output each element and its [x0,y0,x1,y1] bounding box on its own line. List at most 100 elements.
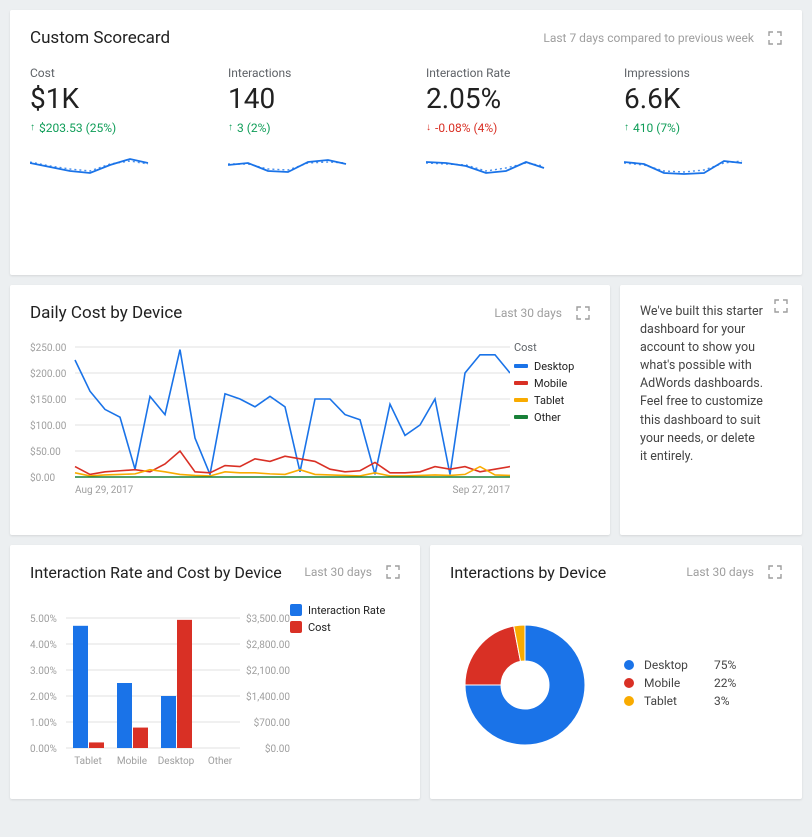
metric-value: 6.6K [624,84,782,115]
donut-chart [450,610,600,760]
metric-delta-text: 3 (2%) [237,121,271,135]
y-tick: $150.00 [30,393,67,406]
y-tick: $100.00 [30,419,67,432]
x-end: Sep 27, 2017 [452,485,510,496]
legend-row: Cost [290,621,400,634]
scorecard-subtitle: Last 7 days compared to previous week [543,31,754,45]
metric-interactions[interactable]: Interactions 140 ↑ 3 (2%) [228,66,386,187]
metric-interaction-rate[interactable]: Interaction Rate 2.05% ↓ -0.08% (4%) [426,66,584,187]
legend-title: Cost [514,341,590,354]
metric-delta: ↓ -0.08% (4%) [426,121,584,135]
bar-chart-subtitle: Last 30 days [304,565,372,579]
donut-subtitle: Last 30 days [686,565,754,579]
bar-chart-legend: Interaction Rate Cost [290,596,400,781]
y-tick-left: 0.00% [30,744,57,755]
metric-value: $1K [30,84,188,115]
info-text: We've built this starter dashboard for y… [640,303,782,466]
x-cat: Tablet [74,756,101,767]
donut-legend: Desktop75% Mobile22% Tablet3% [624,658,736,712]
expand-icon[interactable] [576,306,590,320]
y-tick-left: 5.00% [30,614,57,625]
legend-value: 3% [714,694,730,708]
metric-label: Impressions [624,66,782,80]
metric-value: 140 [228,84,386,115]
metric-delta: ↑ 410 (7%) [624,121,782,135]
y-tick: $0.00 [30,471,55,484]
legend-row: Interaction Rate [290,604,400,617]
donut-card: Interactions by Device Last 30 days Desk… [430,545,802,799]
y-tick: $200.00 [30,367,67,380]
donut-subtitle-wrap: Last 30 days [686,565,782,579]
x-cat: Other [208,756,233,767]
scorecard-subtitle-wrap: Last 7 days compared to previous week [543,31,782,45]
expand-icon[interactable] [386,565,400,579]
legend-label: Other [534,411,561,424]
y-tick-left: 1.00% [30,718,57,729]
legend-label: Tablet [534,394,564,407]
y-tick-right: $3,500.00 [246,612,290,625]
metric-impressions[interactable]: Impressions 6.6K ↑ 410 (7%) [624,66,782,187]
daily-cost-card: Daily Cost by Device Last 30 days $250.0… [10,285,610,535]
y-tick-right: $1,400.00 [246,690,290,703]
x-cat: Desktop [158,756,195,767]
x-start: Aug 29, 2017 [75,485,134,496]
legend-label: Mobile [644,676,704,690]
legend-row: Other [514,411,590,424]
legend-label: Cost [308,621,331,634]
expand-icon[interactable] [774,299,788,313]
legend-row: Tablet3% [624,694,736,708]
donut-title: Interactions by Device [450,563,606,582]
arrow-up-icon: ↑ [30,122,35,133]
y-tick-right: $0.00 [265,742,290,755]
y-tick-right: $2,800.00 [246,638,290,651]
metric-cost[interactable]: Cost $1K ↑ $203.53 (25%) [30,66,188,187]
daily-cost-title: Daily Cost by Device [30,303,182,323]
legend-dot [624,660,634,670]
daily-cost-subtitle-wrap: Last 30 days [494,306,590,320]
arrow-up-icon: ↑ [624,122,629,133]
legend-label: Mobile [534,377,567,390]
bar-chart: 5.00% 4.00% 3.00% 2.00% 1.00% 0.00% $3,5… [30,596,290,781]
y-tick: $50.00 [30,445,61,458]
daily-cost-chart: $250.00 $200.00 $150.00 $100.00 $50.00 $… [30,337,510,517]
y-tick-left: 2.00% [30,692,57,703]
legend-swatch [514,364,528,368]
metric-value: 2.05% [426,84,584,115]
legend-dot [624,678,634,688]
donut-header: Interactions by Device Last 30 days [450,563,782,582]
sparkline-rate [426,149,546,183]
daily-cost-header: Daily Cost by Device Last 30 days [30,303,590,323]
y-tick-left: 3.00% [30,666,57,677]
metric-label: Cost [30,66,188,80]
metric-delta: ↑ $203.53 (25%) [30,121,188,135]
daily-cost-legend: Cost Desktop Mobile Tablet Other [510,337,590,517]
arrow-down-icon: ↓ [426,122,431,133]
legend-row: Tablet [514,394,590,407]
metric-label: Interactions [228,66,386,80]
legend-row: Desktop [514,360,590,373]
expand-icon[interactable] [768,31,782,45]
x-cat: Mobile [117,756,147,767]
legend-row: Mobile [514,377,590,390]
metric-delta-text: $203.53 (25%) [39,121,116,135]
expand-icon[interactable] [768,565,782,579]
sparkline-impressions [624,149,744,183]
metric-delta-text: 410 (7%) [633,121,680,135]
legend-swatch [514,381,528,385]
scorecard-title: Custom Scorecard [30,28,170,48]
sparkline-interactions [228,149,348,183]
arrow-up-icon: ↑ [228,122,233,133]
bar-chart-title: Interaction Rate and Cost by Device [30,563,282,582]
y-tick-right: $2,100.00 [246,664,290,677]
legend-value: 75% [714,658,736,672]
legend-row: Mobile22% [624,676,736,690]
sparkline-cost [30,149,150,183]
bar-chart-header: Interaction Rate and Cost by Device Last… [30,563,400,582]
legend-swatch [290,621,302,633]
scorecard-metrics: Cost $1K ↑ $203.53 (25%) Interactions 14… [30,66,782,257]
y-tick-left: 4.00% [30,640,57,651]
legend-swatch [290,604,302,616]
daily-cost-subtitle: Last 30 days [494,306,562,320]
scorecard-header: Custom Scorecard Last 7 days compared to… [30,28,782,48]
y-tick: $250.00 [30,341,67,354]
